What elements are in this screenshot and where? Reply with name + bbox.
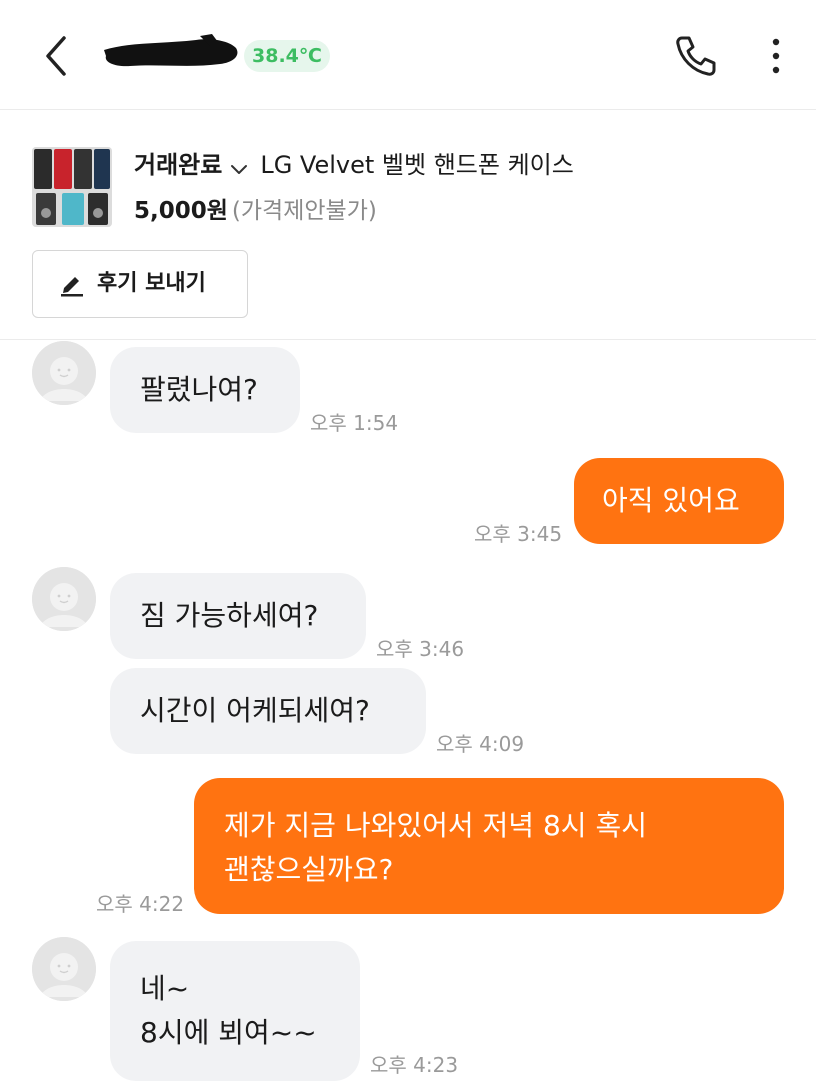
product-title: LG Velvet 벨벳 핸드폰 케이스	[260, 151, 574, 179]
redacted-username	[100, 34, 242, 74]
message-text-line: 네~	[140, 972, 190, 1005]
chevron-left-icon	[46, 36, 66, 76]
message-text-line: 8시에 뵈여~~	[140, 1016, 317, 1049]
message-text: 짐 가능하세여?	[140, 599, 319, 632]
message-time: 오후 4:09	[436, 732, 525, 756]
product-price: 5,000원	[134, 198, 228, 224]
avatar[interactable]	[32, 341, 96, 405]
outgoing-message-bubble[interactable]: 아직 있어요	[574, 458, 784, 544]
outgoing-message-bubble[interactable]: 제가 지금 나와있어서 저녁 8시 혹시 괜찮으실까요?	[194, 778, 784, 914]
chat-header: 38.4℃	[0, 0, 816, 110]
trade-status-dropdown[interactable]: 거래완료	[134, 151, 222, 179]
pencil-icon	[61, 277, 83, 297]
phone-icon	[676, 36, 716, 76]
back-button[interactable]	[36, 30, 80, 82]
more-options-button[interactable]	[760, 34, 792, 78]
product-price-line: 5,000원 (가격제안불가)	[134, 193, 377, 229]
chevron-down-icon[interactable]	[228, 158, 250, 180]
price-note: (가격제안불가)	[231, 198, 377, 224]
more-vertical-icon	[772, 38, 780, 74]
default-avatar-icon	[32, 567, 96, 631]
message-text: 아직 있어요	[602, 484, 740, 517]
product-card[interactable]: 거래완료 LG Velvet 벨벳 핸드폰 케이스 5,000원 (가격제안불가) …	[0, 111, 816, 340]
incoming-message-bubble[interactable]: 짐 가능하세여?	[110, 573, 366, 659]
send-review-button[interactable]: 후기 보내기	[32, 250, 248, 318]
incoming-message-bubble[interactable]: 팔렸나여?	[110, 347, 300, 433]
incoming-message-bubble[interactable]: 네~ 8시에 뵈여~~	[110, 941, 360, 1081]
manner-temperature-badge: 38.4℃	[244, 40, 330, 72]
message-time: 오후 3:46	[376, 637, 465, 661]
message-time: 오후 4:22	[96, 892, 185, 916]
incoming-message-bubble[interactable]: 시간이 어케되세여?	[110, 668, 426, 754]
message-time: 오후 4:23	[370, 1053, 459, 1077]
message-list[interactable]: 팔렸나여? 오후 1:54 오후 3:45 아직 있어요 짐 가능하세여? 오후…	[0, 341, 816, 1089]
message-text: 팔렸나여?	[140, 373, 258, 406]
message-text: 시간이 어케되세여?	[140, 694, 370, 727]
avatar[interactable]	[32, 937, 96, 1001]
product-thumbnail[interactable]	[32, 147, 112, 227]
message-time: 오후 3:45	[474, 522, 563, 546]
default-avatar-icon	[32, 341, 96, 405]
avatar[interactable]	[32, 567, 96, 631]
product-status-line: 거래완료 LG Velvet 벨벳 핸드폰 케이스	[134, 147, 574, 183]
call-button[interactable]	[672, 32, 720, 80]
message-time: 오후 1:54	[310, 411, 399, 435]
default-avatar-icon	[32, 937, 96, 1001]
message-text-line: 제가 지금 나와있어서 저녁 8시 혹시	[224, 809, 647, 842]
message-text-line: 괜찮으실까요?	[224, 853, 394, 886]
send-review-label: 후기 보내기	[97, 271, 206, 296]
